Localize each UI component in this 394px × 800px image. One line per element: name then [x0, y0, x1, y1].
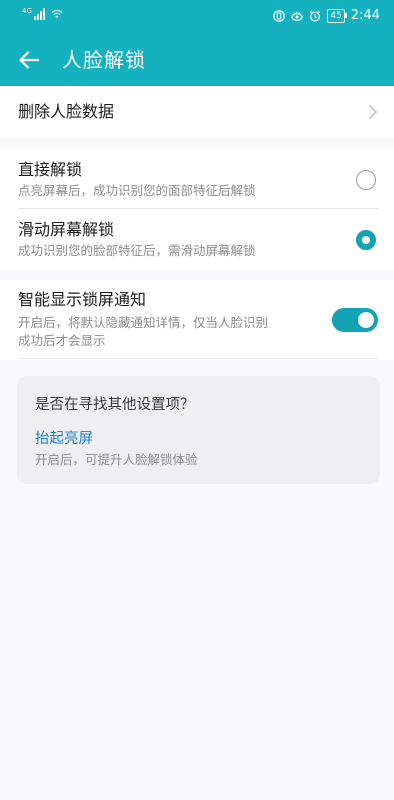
- notification-description-line2: 成功后才会显示: [18, 333, 106, 348]
- app-bar: 人脸解锁: [0, 34, 394, 86]
- smart-notification-row[interactable]: 智能显示锁屏通知 开启后，将默认隐藏通知详情，仅当人脸识别 成功后才会显示: [18, 290, 378, 352]
- battery-icon: 45: [327, 8, 348, 23]
- divider: [18, 358, 378, 359]
- direct-unlock-radio[interactable]: [356, 170, 376, 190]
- smart-notification-toggle[interactable]: [332, 308, 378, 332]
- raise-to-wake-link[interactable]: 抬起亮屏: [35, 430, 93, 448]
- status-right: 45 2:44: [273, 8, 380, 23]
- option-direct-unlock[interactable]: 直接解锁 点亮屏幕后，成功识别您的面部特征后解锁: [18, 160, 378, 200]
- toggle-knob: [358, 312, 374, 328]
- suggestion-question: 是否在寻找其他设置项？: [35, 397, 195, 413]
- option-title: 滑动屏幕解锁: [18, 220, 115, 239]
- delete-face-data-row[interactable]: 删除人脸数据: [0, 86, 394, 138]
- vibrate-icon: [273, 9, 286, 22]
- swipe-unlock-radio[interactable]: [356, 230, 376, 250]
- option-description: 点亮屏幕后，成功识别您的面部特征后解锁: [18, 183, 256, 198]
- battery-level: 45: [330, 10, 342, 21]
- notification-description-line1: 开启后，将默认隐藏通知详情，仅当人脸识别: [18, 315, 269, 330]
- wifi-icon: [51, 10, 63, 19]
- delete-face-data-content: 删除人脸数据: [18, 102, 378, 122]
- unlock-mode-section: 直接解锁 点亮屏幕后，成功识别您的面部特征后解锁 滑动屏幕解锁 成功识别您的脸部…: [0, 148, 394, 270]
- notification-title: 智能显示锁屏通知: [18, 290, 147, 309]
- notification-section: 智能显示锁屏通知 开启后，将默认隐藏通知详情，仅当人脸识别 成功后才会显示: [0, 280, 394, 360]
- radio-selected-dot: [362, 236, 370, 244]
- status-left: 4G: [22, 8, 63, 20]
- option-title: 直接解锁: [18, 160, 83, 179]
- status-time: 2:44: [350, 8, 380, 23]
- chevron-right-icon: [369, 105, 378, 119]
- delete-face-data-label: 删除人脸数据: [18, 102, 115, 121]
- suggestion-card: 是否在寻找其他设置项？ 抬起亮屏 开启后，可提升人脸解锁体验: [17, 376, 380, 484]
- header: 4G 45 2:44 人脸解锁: [0, 0, 394, 86]
- option-description: 成功识别您的脸部特征后，需滑动屏幕解锁: [18, 243, 256, 258]
- status-bar: 4G 45 2:44: [0, 0, 394, 34]
- option-swipe-unlock[interactable]: 滑动屏幕解锁 成功识别您的脸部特征后，需滑动屏幕解锁: [18, 220, 378, 260]
- suggestion-description: 开启后，可提升人脸解锁体验: [35, 452, 198, 467]
- eye-comfort-icon: [291, 11, 303, 21]
- back-arrow-icon[interactable]: [16, 47, 42, 73]
- page-title: 人脸解锁: [62, 48, 146, 72]
- divider: [18, 208, 378, 209]
- signal-icon: 4G: [22, 8, 45, 20]
- alarm-icon: [310, 10, 321, 22]
- network-label: 4G: [22, 7, 32, 15]
